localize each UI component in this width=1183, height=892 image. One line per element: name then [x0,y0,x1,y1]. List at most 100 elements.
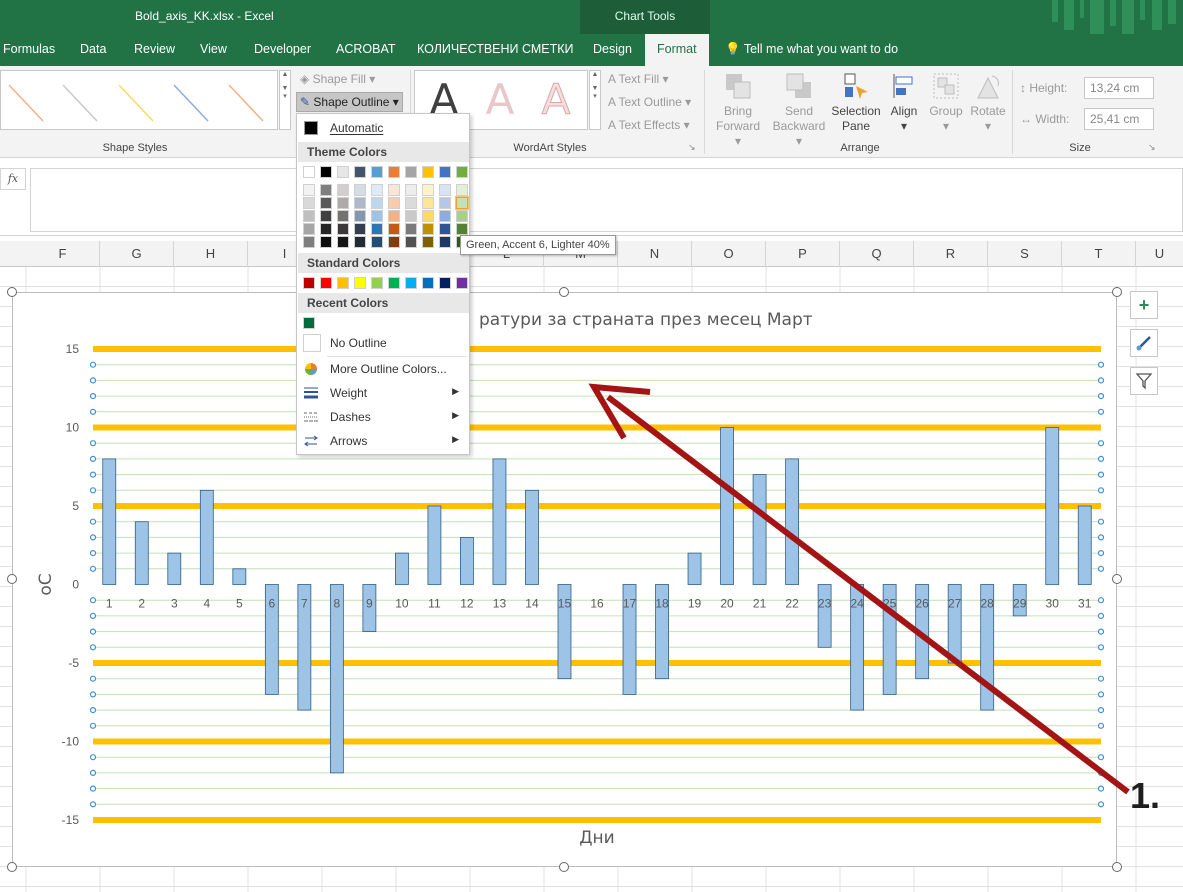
data-bar[interactable] [817,584,832,648]
theme-color-swatch[interactable] [439,166,451,178]
theme-color-swatch[interactable] [354,184,366,196]
data-bar[interactable] [785,458,799,585]
standard-color-swatch[interactable] [405,277,417,289]
theme-color-swatch[interactable] [337,166,349,178]
chart-area[interactable]: 1 2 3 4 5 6 7 8 9 10 11 12 13 14 15 16 17 18 19 20 21 22 23 24 2… [12,292,1117,867]
wordart-style-3[interactable]: A [531,75,581,125]
theme-color-swatch[interactable] [388,197,400,209]
column-header[interactable]: Q [840,241,914,267]
selection-pane-button[interactable]: Selection Pane [830,72,882,134]
theme-color-swatch[interactable] [303,197,315,209]
bring-forward-button[interactable]: Bring Forward ▾ [716,72,760,149]
theme-color-swatch[interactable] [371,210,383,222]
group-button[interactable]: Group ▾ [926,72,966,134]
tab-developer[interactable]: Developer [254,42,311,56]
column-header[interactable]: O [692,241,766,267]
tab-format[interactable]: Format [645,34,709,66]
line-style-preview[interactable] [62,84,98,122]
tab-acrobat[interactable]: ACROBAT [336,42,396,56]
theme-color-swatch[interactable] [455,196,469,210]
column-header[interactable]: P [766,241,840,267]
theme-color-swatch[interactable] [405,236,417,248]
theme-color-swatch[interactable] [337,210,349,222]
theme-color-swatch[interactable] [439,236,451,248]
theme-color-swatch[interactable] [303,223,315,235]
theme-color-swatch[interactable] [439,197,451,209]
text-effects-button[interactable]: A Text Effects ▾ [608,118,690,132]
theme-color-swatch[interactable] [354,197,366,209]
size-dialog-launcher[interactable]: ↘ [1148,142,1156,153]
theme-color-swatch[interactable] [422,210,434,222]
chart-filters-button[interactable] [1130,367,1158,395]
column-header[interactable]: U [1136,241,1183,267]
standard-color-swatch[interactable] [388,277,400,289]
weight-item[interactable]: Weight ▶ [298,382,469,404]
chart-elements-button[interactable]: + [1130,291,1158,319]
arrows-item[interactable]: Arrows ▶ [298,430,469,452]
column-header[interactable]: S [988,241,1062,267]
shape-fill-button[interactable]: ◈ Shape Fill ▾ [300,72,375,86]
x-axis-title[interactable]: Дни [579,828,614,848]
theme-color-swatch[interactable] [371,166,383,178]
resize-handle[interactable] [559,287,569,297]
theme-color-swatch[interactable] [320,184,332,196]
column-header[interactable]: G [100,241,174,267]
resize-handle[interactable] [559,862,569,872]
theme-color-swatch[interactable] [337,236,349,248]
recent-color-swatch[interactable] [303,317,315,329]
more-outline-colors-item[interactable]: More Outline Colors... [298,358,469,380]
line-style-preview[interactable] [8,84,44,122]
align-button[interactable]: Align ▾ [884,72,924,134]
chart-title[interactable]: ратури за страната през месец Март [479,310,813,330]
theme-color-swatch[interactable] [320,236,332,248]
resize-handle[interactable] [1112,287,1122,297]
line-style-preview[interactable] [118,84,154,122]
theme-color-swatch[interactable] [422,166,434,178]
y-axis-title[interactable]: оС [36,573,56,595]
theme-color-swatch[interactable] [422,236,434,248]
standard-color-swatch[interactable] [354,277,366,289]
theme-color-swatch[interactable] [337,184,349,196]
theme-color-swatch[interactable] [371,184,383,196]
tab-view[interactable]: View [200,42,227,56]
column-header[interactable]: H [174,241,248,267]
data-bar[interactable] [525,489,539,585]
theme-color-swatch[interactable] [303,166,315,178]
theme-color-swatch[interactable] [371,223,383,235]
theme-color-swatch[interactable] [405,223,417,235]
column-header[interactable]: T [1062,241,1136,267]
theme-color-swatch[interactable] [456,223,468,235]
theme-color-swatch[interactable] [320,197,332,209]
data-bar[interactable] [395,552,409,585]
theme-color-swatch[interactable] [388,223,400,235]
data-bar[interactable] [1045,427,1060,585]
resize-handle[interactable] [7,287,17,297]
data-bar[interactable] [492,458,507,585]
column-header[interactable]: F [26,241,100,267]
chart-styles-button[interactable] [1130,329,1158,357]
theme-color-swatch[interactable] [320,223,332,235]
column-header[interactable]: R [914,241,988,267]
gallery-scroll[interactable]: ▲ ▼ ▾ [279,70,291,130]
resize-handle[interactable] [7,574,17,584]
tab-data[interactable]: Data [80,42,106,56]
theme-color-swatch[interactable] [405,197,417,209]
line-style-preview[interactable] [173,84,209,122]
text-fill-button[interactable]: A Text Fill ▾ [608,72,669,86]
theme-color-swatch[interactable] [337,197,349,209]
theme-color-swatch[interactable] [303,236,315,248]
theme-color-swatch[interactable] [354,236,366,248]
theme-color-swatch[interactable] [371,197,383,209]
formula-input[interactable] [30,168,1183,232]
standard-color-swatch[interactable] [371,277,383,289]
send-backward-button[interactable]: Send Backward ▾ [768,72,830,149]
tell-me-box[interactable]: 💡 Tell me what you want to do [725,42,898,57]
data-bar[interactable] [1077,505,1092,585]
data-bar[interactable] [460,536,474,585]
no-outline-item[interactable]: No Outline [298,332,469,354]
theme-color-swatch[interactable] [456,166,468,178]
line-style-preview[interactable] [228,84,264,122]
theme-color-swatch[interactable] [388,210,400,222]
wordart-dialog-launcher[interactable]: ↘ [688,142,696,153]
resize-handle[interactable] [1112,862,1122,872]
